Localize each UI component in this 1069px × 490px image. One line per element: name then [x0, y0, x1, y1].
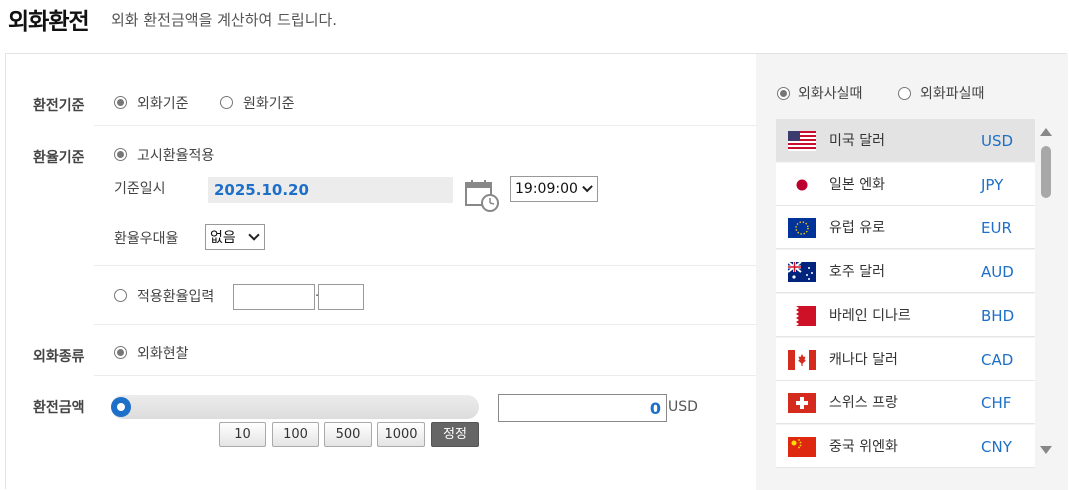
currency-list-scrollbar[interactable]	[1040, 124, 1052, 460]
currency-name: 스위스 프랑	[829, 395, 898, 412]
add-100-button[interactable]: 100	[272, 422, 319, 447]
manual-rate-label[interactable]: 적용환율입력	[137, 286, 214, 306]
japan-flag-icon	[788, 174, 816, 195]
currency-item-usd[interactable]: 미국 달러 USD	[776, 119, 1035, 162]
scroll-down-icon[interactable]	[1040, 446, 1052, 454]
manual-rate-radio[interactable]	[114, 289, 127, 302]
page-title: 외화환전	[8, 9, 90, 35]
bahrain-flag-icon	[788, 305, 816, 326]
manual-rate-integer-input[interactable]	[233, 284, 315, 310]
china-flag-icon	[788, 436, 816, 457]
date-field[interactable]: 2025.10.20	[208, 177, 453, 203]
currency-name: 미국 달러	[829, 133, 885, 149]
sell-foreign-label[interactable]: 외화파실때	[920, 83, 984, 103]
eu-flag-icon	[788, 218, 816, 239]
currency-panel: 외화사실때 외화파실때 미국 달러 USD 일본 엔화 JPY 유럽 유로 EUR 호주 달…	[756, 54, 1068, 490]
currency-item-chf[interactable]: 스위스 프랑 CHF	[776, 381, 1035, 425]
date-value: 2025.10.20	[214, 181, 309, 199]
currency-name: 일본 엔화	[829, 176, 885, 193]
cash-radio[interactable]	[114, 346, 127, 359]
currency-item-eur[interactable]: 유럽 유로 EUR	[776, 206, 1035, 250]
canada-flag-icon	[788, 349, 816, 370]
calculator-panel: 환전기준 외화기준 원화기준 환율기준 고시환율적용 기준일시 2025.10.…	[5, 53, 1068, 490]
currency-item-cny[interactable]: 중국 위엔화 CNY	[776, 424, 1035, 468]
chevron-down-icon	[248, 229, 260, 241]
foreign-basis-radio[interactable]	[114, 96, 127, 109]
divider	[94, 125, 756, 126]
exchange-basis-label: 환전기준	[33, 98, 85, 114]
manual-rate-decimal-input[interactable]	[318, 284, 364, 310]
currency-code: JPY	[981, 175, 1004, 194]
foreign-basis-label[interactable]: 외화기준	[137, 93, 189, 113]
currency-code: CNY	[981, 437, 1012, 456]
currency-name: 유럽 유로	[829, 220, 885, 237]
add-500-button[interactable]: 500	[324, 422, 372, 447]
preferential-rate-value: 없음	[210, 230, 236, 246]
currency-item-bhd[interactable]: 바레인 디나르 BHD	[776, 293, 1035, 337]
currency-item-jpy[interactable]: 일본 엔화 JPY	[776, 162, 1035, 206]
time-value: 19:09:00	[515, 181, 578, 197]
reset-button[interactable]: 정정	[431, 422, 479, 447]
add-1000-button[interactable]: 1000	[377, 422, 425, 447]
sell-foreign-radio[interactable]	[898, 87, 911, 100]
currency-name: 바레인 디나르	[829, 307, 911, 324]
announced-rate-label[interactable]: 고시환율적용	[137, 145, 214, 165]
currency-code: EUR	[981, 219, 1012, 238]
currency-item-cad[interactable]: 캐나다 달러 CAD	[776, 337, 1035, 381]
scroll-up-icon[interactable]	[1040, 128, 1052, 136]
date-label: 기준일시	[114, 181, 166, 197]
switzerland-flag-icon	[788, 393, 816, 414]
announced-rate-radio[interactable]	[114, 148, 127, 161]
australia-flag-icon	[788, 262, 816, 283]
amount-input[interactable]: 0	[498, 394, 667, 422]
divider	[94, 265, 756, 266]
calendar-icon[interactable]	[464, 179, 500, 213]
currency-code: BHD	[981, 306, 1015, 325]
amount-slider-handle[interactable]	[111, 397, 131, 417]
currency-type-label: 외화종류	[33, 349, 85, 365]
amount-slider-track[interactable]	[111, 395, 479, 419]
preferential-rate-select[interactable]: 없음	[205, 224, 265, 250]
currency-code: CHF	[981, 394, 1012, 413]
rate-basis-label: 환율기준	[33, 150, 85, 166]
add-10-button[interactable]: 10	[219, 422, 266, 447]
currency-code: CAD	[981, 350, 1014, 369]
cash-label[interactable]: 외화현찰	[137, 343, 189, 363]
currency-name: 호주 달러	[829, 264, 885, 281]
buy-foreign-radio[interactable]	[777, 87, 790, 100]
currency-code: USD	[981, 132, 1014, 150]
divider	[94, 324, 756, 325]
page-subtitle: 외화 환전금액을 계산하여 드립니다.	[111, 11, 338, 29]
amount-label: 환전금액	[33, 400, 85, 416]
time-select[interactable]: 19:09:00	[510, 176, 598, 202]
currency-name: 중국 위엔화	[829, 438, 898, 455]
currency-code: AUD	[981, 263, 1014, 282]
chevron-down-icon	[582, 181, 593, 193]
divider	[94, 375, 756, 376]
currency-item-aud[interactable]: 호주 달러 AUD	[776, 250, 1035, 294]
buy-foreign-label[interactable]: 외화사실때	[798, 83, 862, 103]
scrollbar-thumb[interactable]	[1041, 146, 1051, 198]
currency-name: 캐나다 달러	[829, 351, 898, 368]
won-basis-radio[interactable]	[220, 96, 233, 109]
amount-unit: USD	[668, 399, 698, 415]
preferential-rate-label: 환율우대율	[114, 231, 179, 247]
us-flag-icon	[788, 131, 816, 151]
amount-value: 0	[649, 399, 661, 418]
won-basis-label[interactable]: 원화기준	[243, 93, 295, 113]
